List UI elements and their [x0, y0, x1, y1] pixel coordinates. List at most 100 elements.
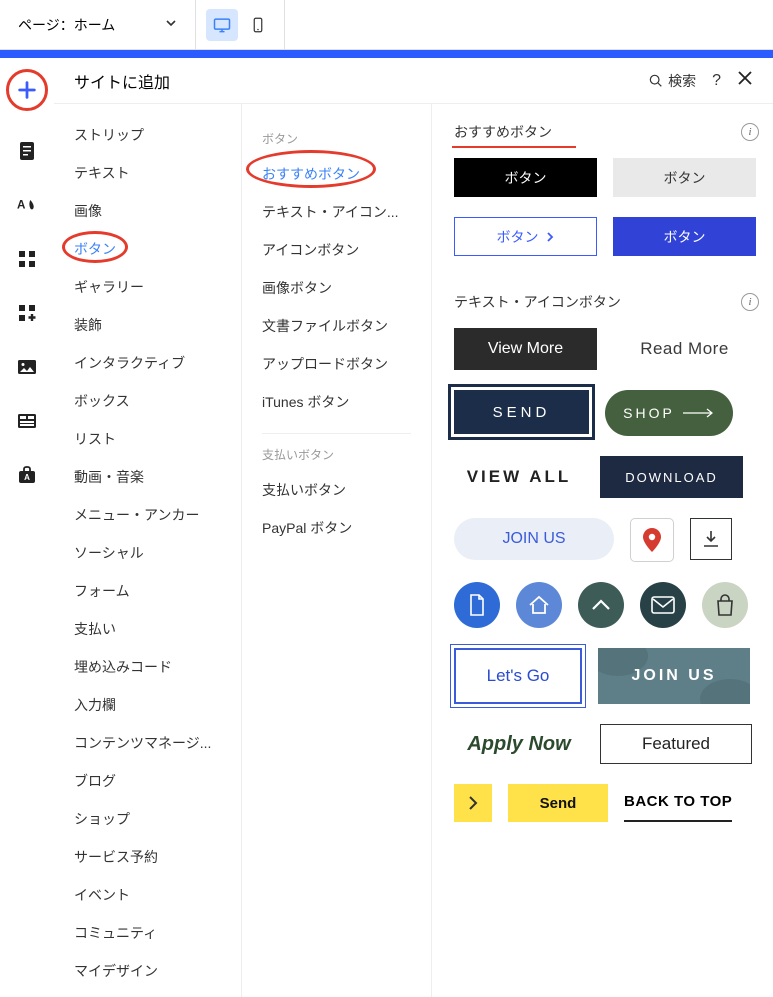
top-bar: ページ：ホーム — [0, 0, 773, 50]
media-icon[interactable] — [14, 354, 40, 380]
demo-featured[interactable]: Featured — [600, 724, 752, 764]
subcategory-item[interactable]: アイコンボタン — [262, 231, 411, 269]
subcategory-item[interactable]: iTunes ボタン — [262, 383, 411, 421]
section-title-text: テキスト・アイコンボタン — [454, 294, 621, 310]
shopping-bag-icon — [715, 594, 735, 616]
subcategory-item[interactable]: テキスト・アイコン... — [262, 193, 411, 231]
business-icon[interactable]: A — [14, 462, 40, 488]
add-button[interactable] — [7, 70, 47, 110]
demo-arrow-yellow[interactable] — [454, 784, 492, 822]
category-item[interactable]: フォーム — [54, 572, 241, 610]
demo-join-us[interactable]: JOIN US — [454, 518, 614, 560]
demo-back-to-top[interactable]: BACK TO TOP — [624, 784, 732, 822]
pages-icon[interactable] — [14, 138, 40, 164]
chevron-up-icon — [591, 599, 611, 611]
demo-circle-up[interactable] — [578, 582, 624, 628]
category-item[interactable]: ボックス — [54, 382, 241, 420]
demo-send[interactable]: SEND — [454, 390, 589, 434]
category-item[interactable]: ブログ — [54, 762, 241, 800]
category-item[interactable]: 支払い — [54, 610, 241, 648]
section-title: おすすめボタン — [454, 122, 741, 142]
info-button[interactable]: i — [741, 293, 759, 311]
demo-button-grey[interactable]: ボタン — [613, 158, 756, 197]
apps-icon[interactable] — [14, 246, 40, 272]
close-icon — [737, 70, 753, 86]
addons-icon[interactable] — [14, 300, 40, 326]
demo-read-more[interactable]: Read More — [613, 328, 756, 370]
annotation-circle — [62, 231, 128, 263]
category-item[interactable]: ギャラリー — [54, 268, 241, 306]
panel-header: サイトに追加 検索 ? — [54, 58, 773, 104]
category-item[interactable]: サービス予約 — [54, 838, 241, 876]
demo-send-yellow[interactable]: Send — [508, 784, 608, 822]
category-item[interactable]: 動画・音楽 — [54, 458, 241, 496]
category-item[interactable]: ボタン — [54, 230, 241, 268]
demo-circle-bag[interactable] — [702, 582, 748, 628]
subcategory-item[interactable]: PayPal ボタン — [262, 509, 411, 547]
demo-button-outline[interactable]: ボタン — [454, 217, 597, 256]
category-item[interactable]: リスト — [54, 420, 241, 458]
download-icon — [701, 529, 721, 549]
category-item[interactable]: ショップ — [54, 800, 241, 838]
chevron-down-icon — [165, 17, 177, 32]
subcategory-list: ボタンおすすめボタンテキスト・アイコン...アイコンボタン画像ボタン文書ファイル… — [242, 104, 432, 997]
demo-button-blue[interactable]: ボタン — [613, 217, 756, 256]
subcategory-item[interactable]: 支払いボタン — [262, 471, 411, 509]
map-pin-icon — [642, 528, 662, 552]
category-item[interactable]: 入力欄 — [54, 686, 241, 724]
mail-icon — [651, 596, 675, 614]
desktop-view-button[interactable] — [206, 9, 238, 41]
chevron-right-icon — [545, 232, 555, 242]
left-rail: A A — [0, 58, 54, 997]
category-item[interactable]: 画像 — [54, 192, 241, 230]
section-title-text: おすすめボタン — [454, 124, 552, 140]
layout-icon[interactable] — [14, 408, 40, 434]
svg-text:A: A — [24, 473, 30, 482]
category-item[interactable]: メニュー・アンカー — [54, 496, 241, 534]
search-icon — [648, 73, 664, 89]
page-dropdown[interactable]: ページ：ホーム — [0, 0, 196, 49]
demo-map-pin[interactable] — [630, 518, 674, 562]
demo-download[interactable]: DOWNLOAD — [600, 456, 743, 498]
category-item[interactable]: 装飾 — [54, 306, 241, 344]
subcategory-item[interactable]: アップロードボタン — [262, 345, 411, 383]
category-item[interactable]: ソーシャル — [54, 534, 241, 572]
demo-view-more[interactable]: View More — [454, 328, 597, 370]
page-label: ページ：ホーム — [18, 15, 115, 35]
subcategory-item[interactable]: おすすめボタン — [262, 155, 411, 193]
category-item[interactable]: 埋め込みコード — [54, 648, 241, 686]
demo-join-us-2[interactable]: JOIN US — [598, 648, 750, 704]
close-button[interactable] — [737, 70, 753, 91]
preview-column: おすすめボタン i ボタン ボタン ボタン ボタン テキスト・アイコンボタン i — [432, 104, 773, 997]
category-item[interactable]: マイデザイン — [54, 952, 241, 990]
category-item[interactable]: コンテンツマネージ... — [54, 724, 241, 762]
category-item[interactable]: テキスト — [54, 154, 241, 192]
mobile-view-button[interactable] — [242, 9, 274, 41]
demo-circle-document[interactable] — [454, 582, 500, 628]
subcategory-item[interactable]: 文書ファイルボタン — [262, 307, 411, 345]
demo-circle-mail[interactable] — [640, 582, 686, 628]
category-item[interactable]: インタラクティブ — [54, 344, 241, 382]
search-button[interactable]: 検索 — [648, 71, 696, 91]
demo-shop[interactable]: SHOP — [605, 390, 733, 436]
category-item[interactable]: ストリップ — [54, 116, 241, 154]
demo-download-box[interactable] — [690, 518, 732, 560]
document-icon — [467, 594, 487, 616]
category-item[interactable]: コミュニティ — [54, 914, 241, 952]
demo-button-black[interactable]: ボタン — [454, 158, 597, 197]
help-button[interactable]: ? — [712, 72, 721, 90]
demo-circle-home[interactable] — [516, 582, 562, 628]
device-toggle — [196, 0, 285, 49]
category-item[interactable]: イベント — [54, 876, 241, 914]
info-button[interactable]: i — [741, 123, 759, 141]
demo-lets-go[interactable]: Let's Go — [454, 648, 582, 704]
category-list: ストリップテキスト画像ボタンギャラリー装飾インタラクティブボックスリスト動画・音… — [54, 104, 242, 997]
panel-title: サイトに追加 — [74, 69, 648, 93]
design-icon[interactable]: A — [14, 192, 40, 218]
demo-apply-now[interactable]: Apply Now — [454, 724, 584, 764]
subcategory-item[interactable]: 画像ボタン — [262, 269, 411, 307]
demo-view-all[interactable]: VIEW ALL — [454, 456, 584, 498]
chevron-right-icon — [468, 796, 478, 810]
accent-strip — [0, 50, 773, 58]
search-label: 検索 — [668, 71, 696, 91]
